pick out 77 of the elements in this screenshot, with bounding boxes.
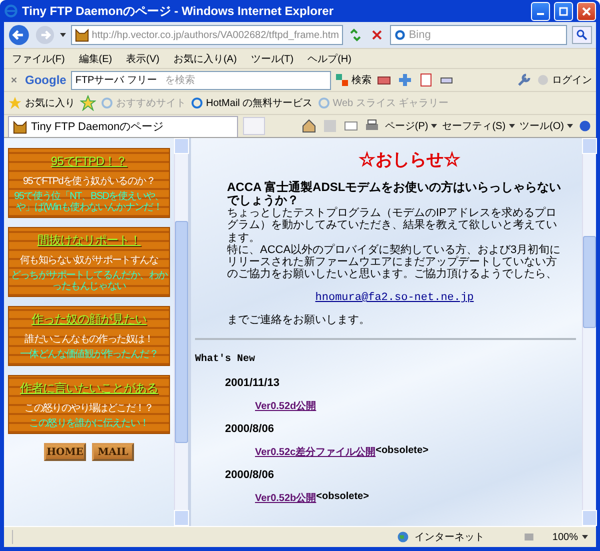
caret-icon [431,124,438,128]
tab-cat-icon [13,120,27,134]
news-link[interactable]: Ver0.52d公開 [255,399,316,414]
command-menu[interactable]: セーフティ(S) [442,119,515,133]
wrench-icon [516,72,532,88]
search-icon [576,29,588,41]
site-cat-icon [74,28,89,42]
minimize-icon [537,13,544,15]
notice-paragraph: 特に、ACCA以外のプロバイダに契約している方、および3月初旬にリリースされた新ファームウエアにまだアップデートしていない方のご協力をお願いしたいと思います。ご協力頂けるようでしたら、 [227,244,562,280]
banner-note: 95で使う位「NT、BSDを使えいや、や」ば(Winも使わないんかナンだ！ [13,192,165,213]
command-menu[interactable]: ページ(P) [384,119,438,133]
scrollbar[interactable] [174,138,188,526]
minimize-button[interactable] [531,2,550,20]
banner-text: 95でFTPdを使う奴がいるのか？ [23,175,155,188]
toolbar-logo: Google [25,73,66,87]
menu-item[interactable]: ファイル(F) [12,52,65,66]
banner-text: 何も知らない奴がサポートすんな [20,254,158,267]
browser-page-icon [318,97,330,109]
close-button[interactable] [577,2,596,20]
notice-paragraph: ちょっとしたテストプログラム（モデムのIPアドレスを求めるプログラム）を動かしてみていただき、結果を教えて欲しいと考えています。 [227,207,558,244]
browser-logo-icon [4,4,18,18]
document-icon [418,72,434,88]
caret-icon [508,124,515,128]
star-icon [8,96,22,110]
back-icon[interactable] [8,24,30,46]
toolbar-search-field[interactable]: FTPサーバ フリー を検索 [71,70,332,90]
news-link[interactable]: Ver0.52b公開 [255,491,316,506]
whats-new-heading: What's New [195,354,256,366]
menu-item[interactable]: 編集(E) [78,52,112,66]
menu-item[interactable]: お気に入り(A) [173,52,237,66]
browser-page-icon [101,97,113,109]
globe-icon [396,530,410,544]
caret-icon [567,124,573,128]
nav-button[interactable]: HOME [44,443,86,461]
plus-icon [397,72,414,88]
caret-icon [582,535,588,539]
browser-page-icon [191,97,203,109]
circle-icon [537,74,549,86]
maximize-icon [559,6,568,16]
news-date: 2001/11/13 [225,377,280,390]
maximize-button[interactable] [554,2,573,20]
banner-note: 一体どんな価値観が作ったんだ？ [20,350,158,360]
news-date: 2000/8/06 [225,423,275,436]
favorites-button[interactable]: お気に入り [8,96,75,110]
window-title: Tiny FTP Daemonのページ - Windows Internet Explorer [22,2,334,20]
banner-text: この怒りのやり場はどこだ！？ [24,402,154,414]
command-menu[interactable]: ツール(O) [520,119,573,133]
toolbar-search-button[interactable]: 検索 [336,73,372,87]
add-favorite-icon [80,95,96,111]
obsolete-tag: <obsolete> [316,491,369,506]
obsolete-tag: <obsolete> [376,445,428,460]
menu-item[interactable]: ツール(T) [250,52,294,66]
notice-closing: までご連絡をお願いします。 [227,314,370,326]
email-link[interactable]: hnomura@fa2.so-net.ne.jp [315,292,474,304]
zoom-level[interactable]: 100% [552,532,588,542]
banner-note: どっちがサポートしてるんだか、わかったもんじゃない [10,271,168,292]
login-button[interactable]: ログイン [537,73,592,87]
search-button[interactable] [572,26,592,44]
menu-item[interactable]: 表示(V) [126,52,160,66]
news-date: 2000/8/06 [225,469,275,482]
banner-note: この怒りを誰かに伝えたい！ [29,418,149,429]
nav-button[interactable]: MAIL [92,443,134,461]
notice-heading: ☆おしらせ☆ [358,149,460,171]
home-icon [300,118,317,134]
notice-question: ACCA 富士通製ADSLモデムをお使いの方はいらっしゃらないでしょうか？ [227,181,562,208]
address-field[interactable]: http://hp.vector.co.jp/authors/VA002682/tftpd_frame.htm [70,25,343,45]
squares-icon [336,74,348,86]
caret-icon [60,33,66,37]
bing-logo-icon [394,29,406,41]
favorites-link[interactable]: HotMail の無料サービス [191,96,313,110]
banner-text: 誰だいこんなもの作った奴は！ [24,332,154,346]
close-icon [582,6,591,16]
browser-tab[interactable]: Tiny FTP Daemonのページ [8,116,238,136]
news-link[interactable]: Ver0.52c差分ファイル公開 [255,445,376,460]
scrollbar[interactable] [582,138,596,526]
menu-item[interactable]: ヘルプ(H) [308,52,352,66]
security-zone: インターネット [396,530,516,544]
